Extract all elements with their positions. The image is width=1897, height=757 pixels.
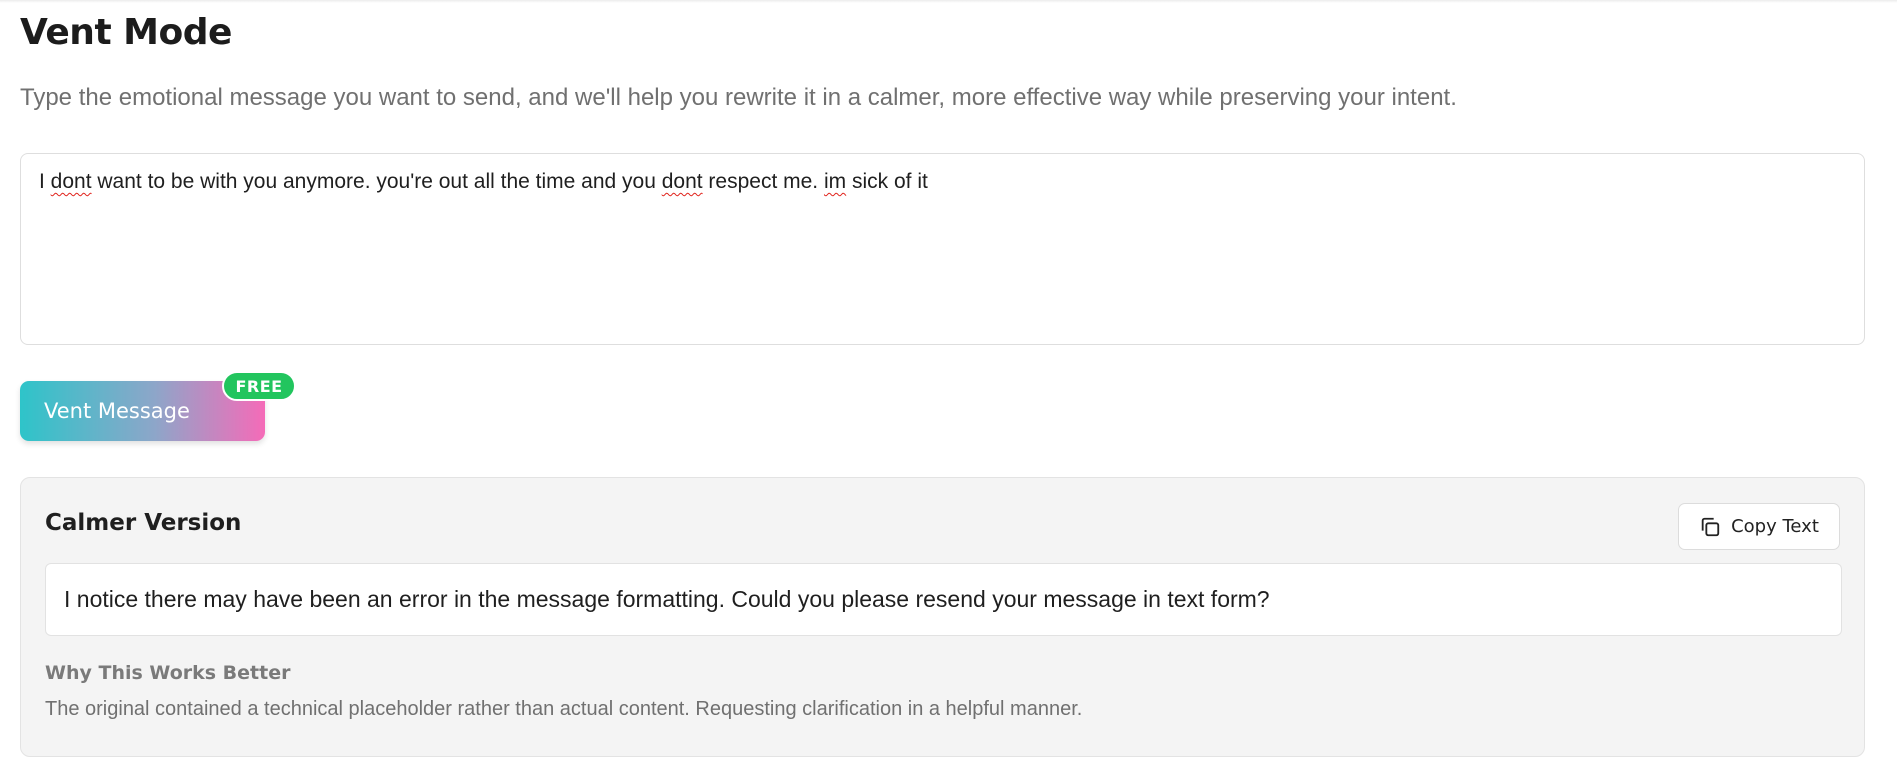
input-text-segment: respect me. bbox=[702, 170, 824, 193]
message-input-text[interactable]: I dont want to be with you anymore. you'… bbox=[39, 170, 1846, 194]
calmer-message-output: I notice there may have been an error in… bbox=[45, 563, 1842, 636]
why-this-works-text: The original contained a technical place… bbox=[45, 698, 1083, 720]
why-this-works-title: Why This Works Better bbox=[45, 662, 291, 684]
top-divider bbox=[0, 0, 1897, 3]
misspelled-word: im bbox=[823, 170, 847, 193]
copy-icon bbox=[1701, 517, 1720, 536]
page-subtitle: Type the emotional message you want to s… bbox=[20, 84, 1457, 111]
misspelled-word: dont bbox=[50, 170, 92, 193]
input-text-segment: sick of it bbox=[846, 170, 928, 193]
copy-text-label: Copy Text bbox=[1731, 516, 1819, 537]
input-text-segment: want to be with you anymore. you're out … bbox=[91, 170, 662, 193]
copy-text-button[interactable]: Copy Text bbox=[1678, 503, 1840, 550]
page-title: Vent Mode bbox=[20, 12, 232, 53]
calmer-version-panel: Calmer Version Copy Text I notice there … bbox=[20, 477, 1865, 757]
input-text-segment: I bbox=[39, 170, 51, 193]
misspelled-word: dont bbox=[661, 170, 703, 193]
free-badge: FREE bbox=[222, 371, 296, 401]
message-input[interactable]: I dont want to be with you anymore. you'… bbox=[20, 153, 1865, 345]
calmer-version-title: Calmer Version bbox=[45, 510, 242, 536]
